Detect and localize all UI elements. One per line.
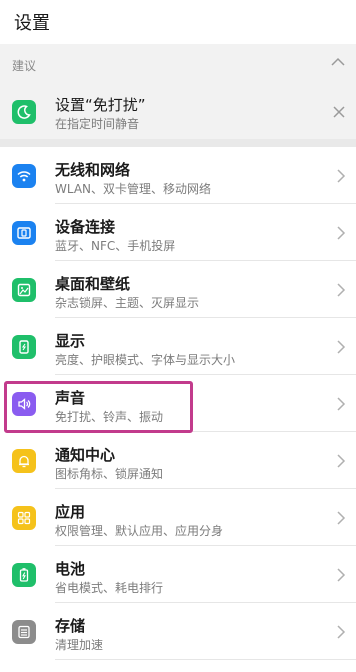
section-divider (0, 139, 356, 147)
settings-item-notification-center[interactable]: 通知中心 图标角标、锁屏通知 (0, 432, 356, 489)
wallpaper-icon (12, 278, 36, 302)
sound-icon (12, 392, 36, 416)
item-title: 存储 (55, 617, 86, 635)
item-subtitle: WLAN、双卡管理、移动网络 (55, 182, 212, 196)
item-subtitle: 免打扰、铃声、振动 (55, 410, 164, 424)
top-bar: 设置 (0, 0, 356, 44)
chevron-right-icon (337, 568, 346, 582)
wifi-icon (12, 164, 36, 188)
storage-icon (12, 620, 36, 644)
suggestions-panel: 建议 设置“免打扰” 在指定时间静音 (0, 44, 356, 139)
item-title: 电池 (55, 560, 86, 578)
item-title: 通知中心 (55, 446, 116, 464)
item-title: 应用 (55, 503, 86, 521)
suggestion-subtitle: 在指定时间静音 (55, 117, 140, 131)
item-subtitle: 蓝牙、NFC、手机投屏 (55, 239, 176, 253)
item-title: 设备连接 (55, 218, 116, 236)
page-title: 设置 (14, 13, 50, 34)
settings-item-device-connection[interactable]: 设备连接 蓝牙、NFC、手机投屏 (0, 204, 356, 261)
chevron-right-icon (337, 340, 346, 354)
item-subtitle: 省电模式、耗电排行 (55, 581, 164, 595)
settings-item-desktop-wallpaper[interactable]: 桌面和壁纸 杂志锁屏、主题、灭屏显示 (0, 261, 356, 318)
chevron-right-icon (337, 169, 346, 183)
chevron-right-icon (337, 226, 346, 240)
settings-item-sound[interactable]: 声音 免打扰、铃声、振动 (0, 375, 356, 432)
suggestion-do-not-disturb[interactable]: 设置“免打扰” 在指定时间静音 (0, 88, 356, 139)
item-title: 无线和网络 (55, 161, 131, 179)
moon-icon (12, 100, 36, 124)
item-subtitle: 杂志锁屏、主题、灭屏显示 (55, 296, 200, 310)
chevron-up-icon[interactable] (330, 56, 346, 68)
settings-item-battery[interactable]: 电池 省电模式、耗电排行 (0, 546, 356, 603)
chevron-right-icon (337, 511, 346, 525)
chevron-right-icon (337, 397, 346, 411)
item-subtitle: 清理加速 (55, 638, 104, 652)
settings-item-display[interactable]: 显示 亮度、护眼模式、字体与显示大小 (0, 318, 356, 375)
item-subtitle: 权限管理、默认应用、应用分身 (55, 524, 224, 538)
suggestions-heading: 建议 (12, 59, 37, 73)
chevron-right-icon (337, 625, 346, 639)
device-connect-icon (12, 221, 36, 245)
suggestion-title: 设置“免打扰” (55, 96, 146, 114)
chevron-right-icon (337, 454, 346, 468)
settings-item-apps[interactable]: 应用 权限管理、默认应用、应用分身 (0, 489, 356, 546)
close-icon[interactable] (332, 105, 346, 119)
item-title: 桌面和壁纸 (55, 275, 131, 293)
display-icon (12, 335, 36, 359)
settings-item-storage[interactable]: 存储 清理加速 (0, 603, 356, 660)
chevron-right-icon (337, 283, 346, 297)
item-subtitle: 图标角标、锁屏通知 (55, 467, 164, 481)
apps-grid-icon (12, 506, 36, 530)
item-title: 声音 (55, 389, 86, 407)
settings-item-wireless[interactable]: 无线和网络 WLAN、双卡管理、移动网络 (0, 147, 356, 204)
bell-icon (12, 449, 36, 473)
battery-icon (12, 563, 36, 587)
item-subtitle: 亮度、护眼模式、字体与显示大小 (55, 353, 236, 367)
item-title: 显示 (55, 332, 86, 350)
divider (55, 659, 356, 660)
